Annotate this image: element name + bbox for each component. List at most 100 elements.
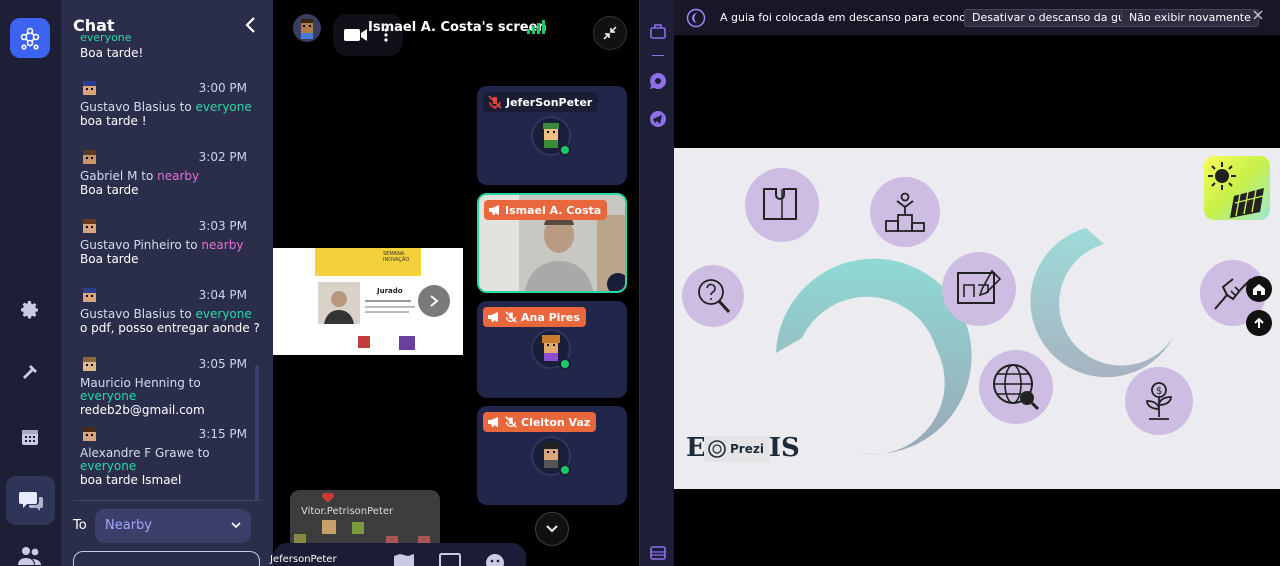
message-to: to [179,100,196,114]
online-indicator [559,464,571,476]
message-body: Boa tarde [80,183,139,197]
chat-bubble-icon[interactable] [649,72,667,90]
blueprint-icon [942,252,1016,326]
screen-icon[interactable] [439,553,461,566]
participant-name-tag: Ana Pires [483,307,586,327]
message-time: 3:15 PM [198,427,247,441]
svg-text:$: $ [1156,386,1162,397]
avatar [293,14,321,42]
gear-icon[interactable] [17,297,43,323]
list-item: 3:03 PM Gustavo Pinheiro to nearby Boa tar… [61,218,257,280]
audience-select[interactable]: Nearby [95,509,251,543]
message-to: to [179,307,196,321]
emoji-icon[interactable] [485,553,505,566]
message-audience: everyone [195,307,252,321]
participant-name: JeferSonPeter [506,95,593,109]
chat-icon[interactable] [6,476,55,525]
mic-off-icon [505,416,517,428]
slide-line [365,311,409,313]
message-sender[interactable]: Gustavo Blasius [80,307,180,321]
nav-rail [0,0,61,566]
message-sender[interactable]: Gustavo Pinheiro [80,238,186,252]
message-body: Boa tarde [80,252,139,266]
list-item: 3:04 PM Gustavo Blasius to everyone o pdf,… [61,287,260,349]
message-body: Boa tarde! [80,46,144,60]
puzzle-icon [745,168,819,242]
hammer-icon[interactable] [17,360,43,386]
list-item: 3:00 PM Gustavo Blasius to everyone boa ta… [61,80,257,142]
message-meta: Mauricio Henning to [80,376,201,390]
map-icon[interactable] [393,553,415,566]
dont-show-again-button[interactable]: Não exibir novamente [1121,9,1259,27]
presentation-canvas[interactable]: $ E IS Prezi [674,148,1280,489]
calendar-icon[interactable] [17,424,43,450]
message-audience: everyone [80,389,137,403]
mic-off-icon [505,311,517,323]
megaphone-icon [488,312,498,322]
message-sender[interactable]: Mauricio Henning [80,376,189,390]
minimap-label: Vitor.PetrisonPeter [301,506,394,517]
briefcase-icon[interactable] [649,22,667,40]
next-slide-button[interactable] [418,285,450,317]
sleep-icon [686,8,706,28]
minimize-button[interactable] [593,16,627,50]
slide-event: SEMANA INOVAÇÃO [383,251,410,263]
megaphone-icon [488,417,498,427]
message-sender[interactable]: Gabriel M [80,169,141,183]
chevron-down-icon [231,522,241,529]
message-sender[interactable]: Alexandre F Grawe [80,446,198,460]
slide-banner: SEMANA INOVAÇÃO [315,248,421,276]
participant-tile[interactable]: JeferSonPeter [477,86,627,185]
message-time: 3:05 PM [198,357,247,371]
megaphone-icon [489,205,499,215]
signal-icon [527,20,545,34]
scroll-down-button[interactable] [535,512,569,546]
telegram-icon[interactable] [649,110,667,128]
rail-divider [652,55,664,56]
message-meta: Gustavo Blasius to everyone [80,100,252,114]
message-audience: nearby [157,169,200,183]
prezi-logo-icon [708,440,726,458]
message-audience: everyone [80,32,132,44]
avatar [83,219,96,233]
message-meta: Gabriel M to nearby [80,169,199,183]
slide-line [365,300,411,302]
home-button[interactable] [1246,276,1272,302]
participant-name: Cleiton Vaz [521,415,591,429]
camera-icon [344,29,367,41]
app-window: Chat everyone Boa tarde! 3:00 PM Gustavo … [0,0,1280,566]
users-icon[interactable] [17,543,43,566]
list-item: 3:02 PM Gabriel M to nearby Boa tarde [61,149,257,211]
back-to-top-button[interactable] [1246,310,1272,336]
online-indicator [559,144,571,156]
message-meta: Gustavo Blasius to everyone [80,307,252,321]
message-meta: Gustavo Pinheiro to nearby [80,238,243,252]
participant-tile[interactable]: Ana Pires [477,301,627,398]
message-body: boa tarde Ismael [80,473,182,487]
avatar [83,150,96,164]
list-item: 3:05 PM Mauricio Henning to everyone redeb… [61,356,257,418]
mini-map[interactable] [290,490,440,550]
message-audience: everyone [195,100,252,114]
close-icon[interactable] [1252,9,1264,21]
participant-name-tag: Ismael A. Costa [484,200,608,220]
globe-search-icon [979,350,1053,424]
avatar [607,273,625,291]
to-label: To [73,518,87,533]
participant-tile[interactable]: Cleiton Vaz [477,406,627,505]
chat-input[interactable] [73,551,260,566]
disable-sleep-button[interactable]: Desativar o descanso da guia [964,9,1143,27]
chat-scrollbar[interactable] [255,365,259,501]
prezi-badge[interactable]: Prezi [704,436,770,462]
embedded-web-page: A guia foi colocada em descanso para eco… [674,0,1280,566]
question-search-icon [682,265,744,327]
prezi-label: Prezi [730,442,764,456]
participant-tile-presenter[interactable]: Ismael A. Costa [477,193,627,293]
app-logo-icon[interactable] [10,18,50,58]
slide-line [365,306,415,308]
avatar [83,288,96,302]
message-sender[interactable]: Gustavo Blasius [80,100,180,114]
layout-icon[interactable] [649,544,667,562]
bottom-player-name: JefersonPeter [270,554,337,565]
avatar [83,427,96,441]
